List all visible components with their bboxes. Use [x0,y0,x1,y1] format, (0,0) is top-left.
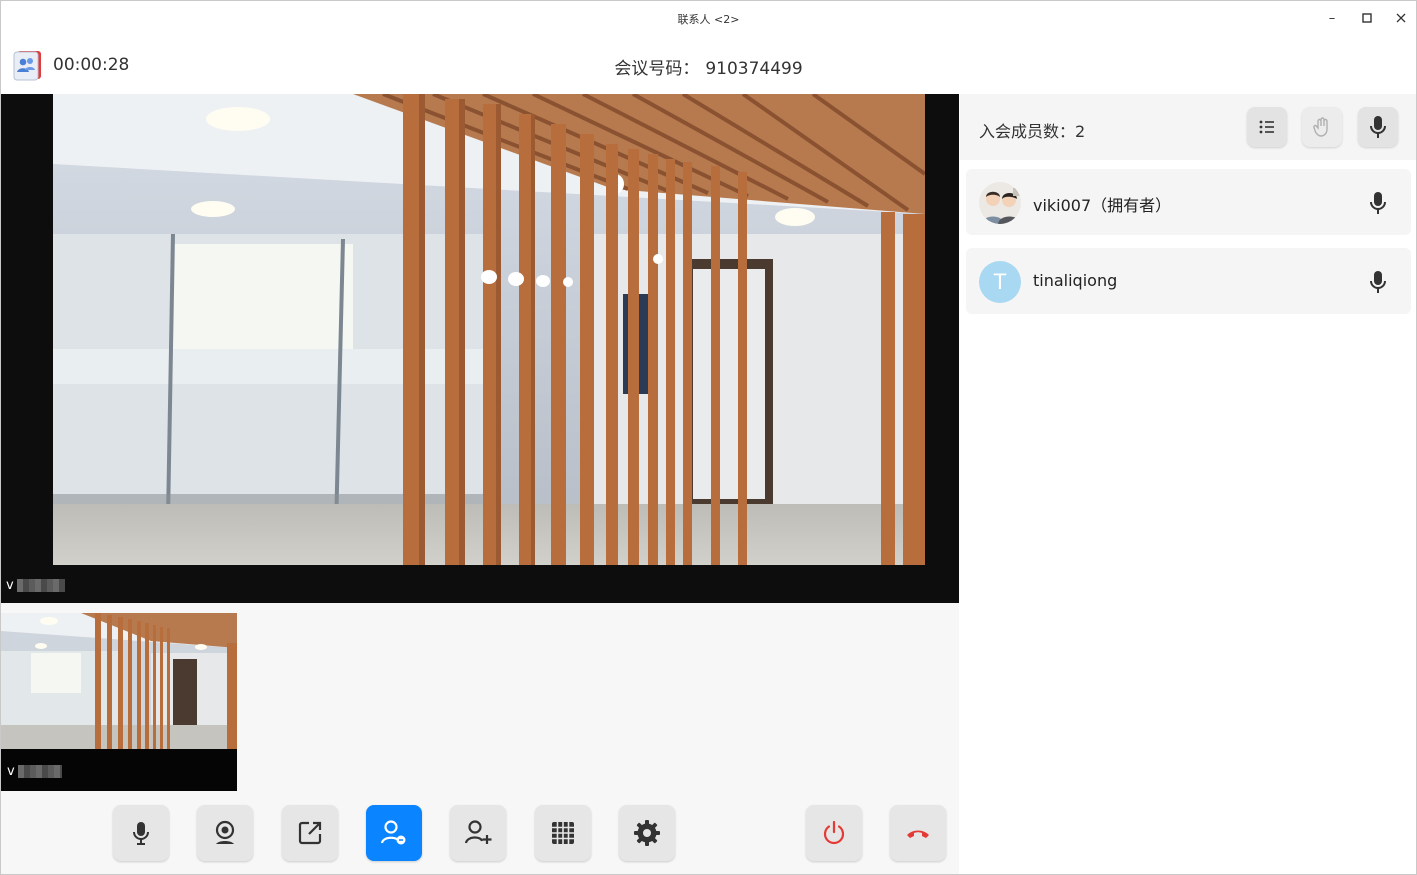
camera-icon [215,820,235,844]
thumbnail-strip: v [1,603,959,793]
close-button[interactable] [1388,7,1414,29]
list-view-button[interactable] [1247,107,1287,147]
close-icon [1396,13,1406,23]
microphone-icon [1370,192,1386,214]
thumbnail-name-label: v [7,764,62,779]
share-screen-icon [298,821,322,845]
maximize-icon [1362,13,1372,23]
main-video-view[interactable]: v [1,94,959,603]
list-icon [1259,120,1274,134]
participants-button[interactable] [366,805,422,861]
meeting-number-value: 910374499 [705,59,803,79]
share-screen-button[interactable] [282,805,338,861]
meeting-number-label: 会议号码： 910374499 [1,54,1416,79]
power-icon [823,820,845,845]
hang-up-button[interactable] [890,805,946,861]
participants-icon [380,820,406,845]
invite-button[interactable] [450,805,506,861]
participants-panel: 入会成员数：2 viki007（拥有者） T tinaliqiong [960,94,1416,874]
microphone-icon [1370,116,1386,138]
main-video-name: v [6,578,14,593]
microphone-icon [1370,271,1386,293]
name-blur-mask [16,579,65,592]
member-count-value: 2 [1075,122,1086,141]
window-title: 联系人 <2> [677,13,740,26]
meeting-number-caption: 会议号码： [614,59,700,79]
member-count-label: 入会成员数：2 [979,118,1085,142]
grid-layout-icon [552,822,574,844]
minimize-button[interactable]: – [1319,7,1345,29]
add-user-icon [464,820,492,844]
settings-button[interactable] [619,805,675,861]
gear-icon [634,820,660,846]
raise-hand-icon [1313,117,1328,137]
hang-up-icon [907,830,929,838]
participants-panel-header: 入会成员数：2 [960,94,1416,160]
thumbnail-camera-feed [1,613,237,749]
member-count-caption: 入会成员数： [979,122,1076,141]
letter-avatar: T [979,261,1021,303]
member-name: tinaliqiong [1033,271,1118,290]
camera-feed [53,94,925,565]
maximize-button[interactable] [1354,7,1380,29]
camera-button[interactable] [197,805,253,861]
thumbnail-name: v [7,764,15,779]
mic-button[interactable] [113,805,169,861]
name-blur-mask [17,765,62,778]
end-meeting-button[interactable] [806,805,862,861]
app-window: 联系人 <2> – 00:00:28 会议号码： 910374499 v v 入… [0,0,1417,875]
avatar-letter: T [993,269,1007,294]
meeting-toolbar [1,793,959,874]
microphone-icon [133,822,149,845]
member-name: viki007（拥有者） [1033,196,1172,215]
layout-button[interactable] [535,805,591,861]
title-bar: 联系人 <2> – [1,1,1416,35]
mute-all-button[interactable] [1358,107,1398,147]
main-video-name-label: v [6,578,65,593]
member-row-viki007[interactable]: viki007（拥有者） [966,169,1411,235]
participant-thumbnail[interactable]: v [1,613,237,791]
member-row-tinaliqiong[interactable]: T tinaliqiong [966,248,1411,314]
cartoon-avatar [979,182,1021,224]
raise-hand-button[interactable] [1302,107,1342,147]
